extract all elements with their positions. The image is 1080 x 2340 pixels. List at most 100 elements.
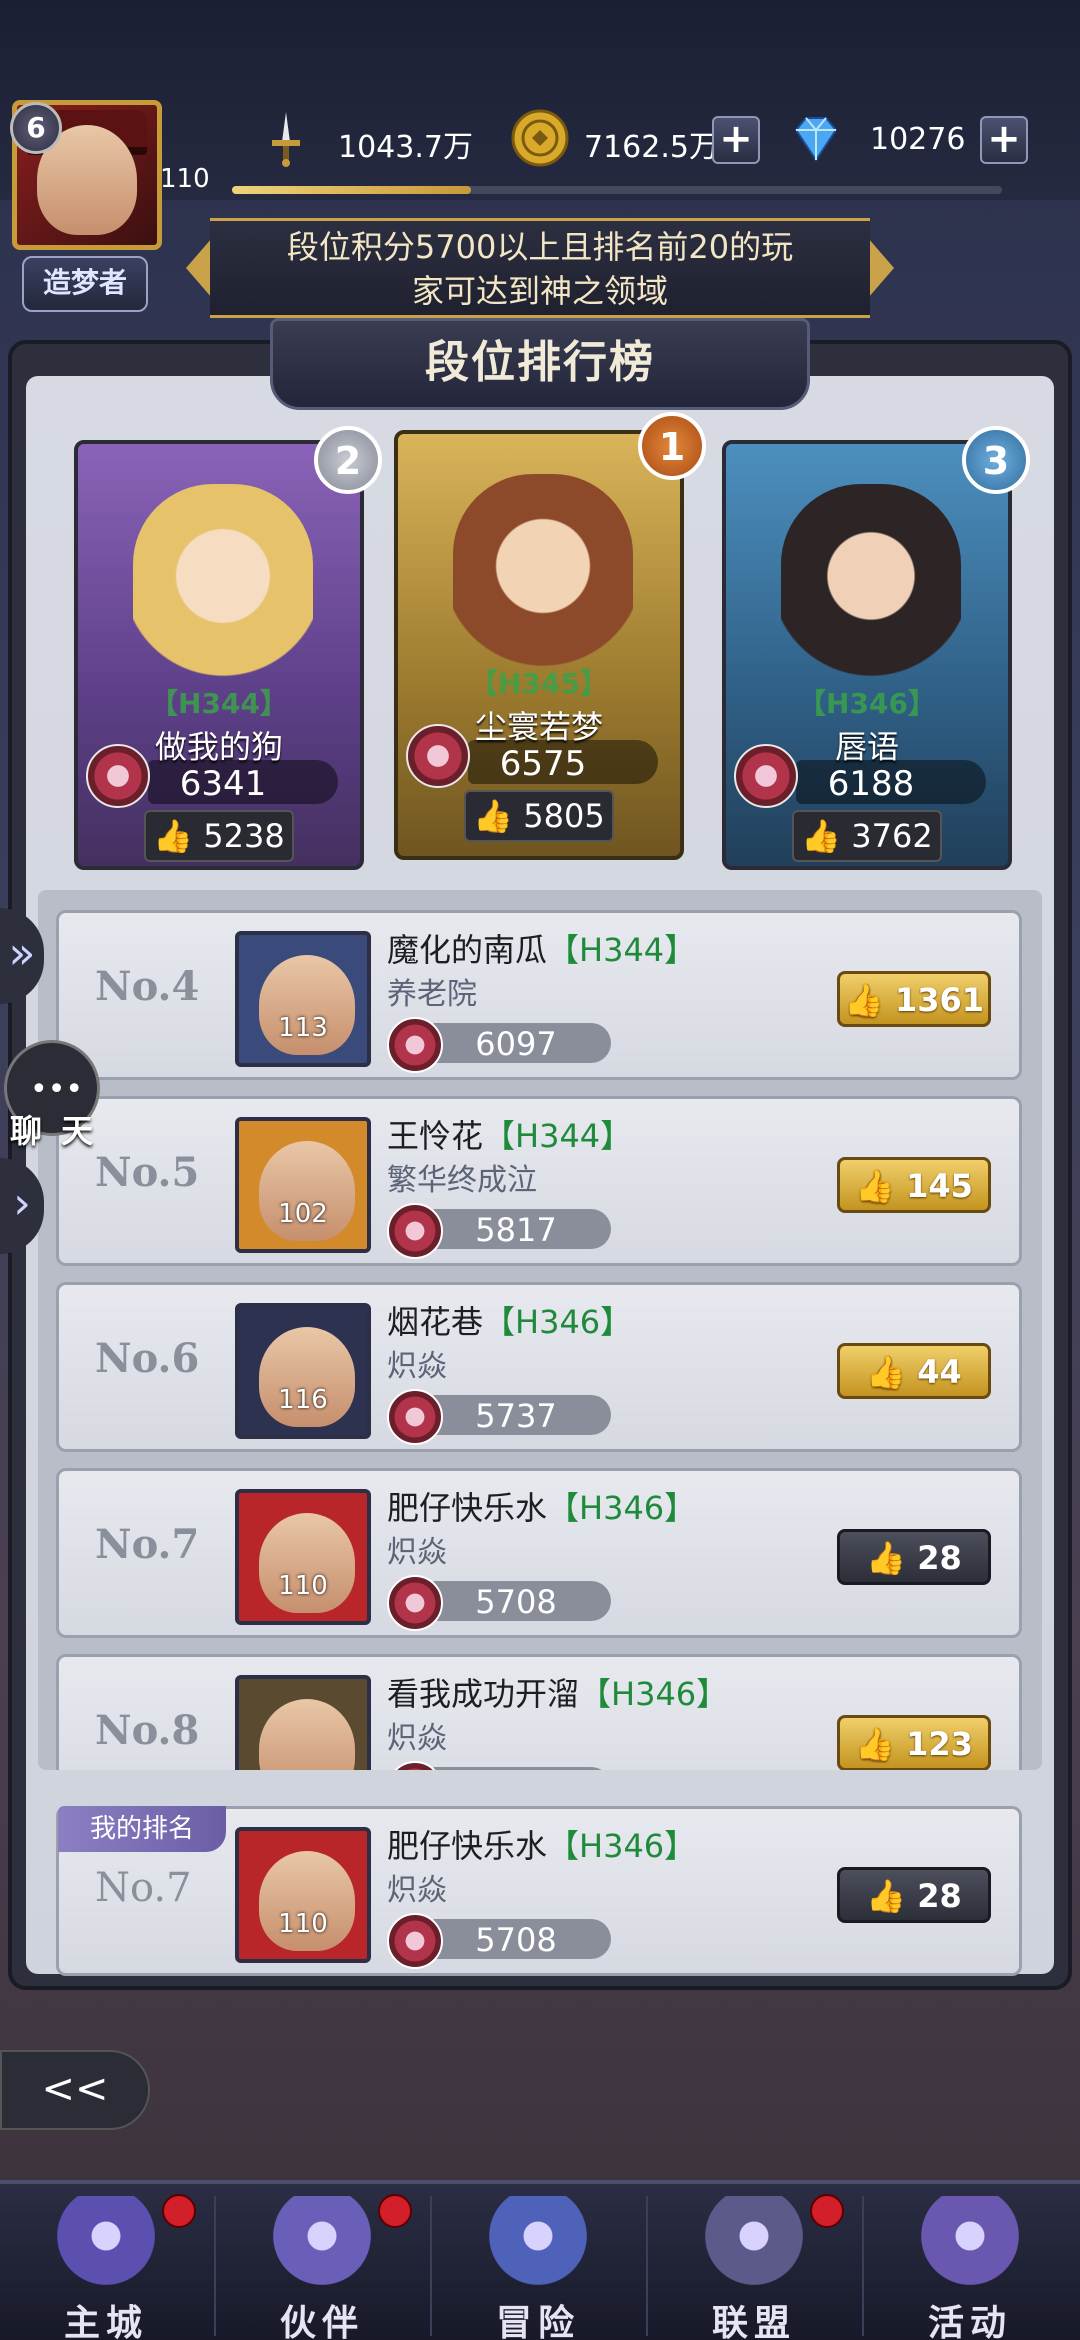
bronze-medal-icon: 3 xyxy=(962,426,1030,494)
nav-item-castle[interactable]: 主城 xyxy=(0,2186,212,2340)
podium-like-button[interactable]: 👍 3762 xyxy=(792,810,942,862)
like-button[interactable]: 👍 1361 xyxy=(837,971,991,1027)
ranking-row[interactable]: No.8 看我成功开溜【H346】 炽焱 👍 123 xyxy=(56,1654,1022,1770)
nav-label: 活动 xyxy=(927,2303,1012,2340)
diamond-icon xyxy=(794,117,838,162)
podium-like-button[interactable]: 👍 5238 xyxy=(144,810,294,862)
my-portrait[interactable]: 110 xyxy=(235,1827,371,1963)
nav-item-cards[interactable]: 活动 xyxy=(864,2186,1076,2340)
like-button[interactable]: 👍 123 xyxy=(837,1715,991,1770)
nav-divider xyxy=(646,2196,648,2336)
podium-server: 【H344】 xyxy=(150,687,288,720)
like-button[interactable]: 👍 145 xyxy=(837,1157,991,1213)
like-count: 1361 xyxy=(894,981,985,1019)
podium-like-count: 5805 xyxy=(523,797,605,835)
ranking-row[interactable]: No.7 110 肥仔快乐水【H346】 炽焱 5708 👍 28 xyxy=(56,1468,1022,1638)
player-guild: 炽焱 xyxy=(387,1349,447,1384)
rank-number: No.5 xyxy=(95,1149,200,1196)
player-server: 【H344】 xyxy=(547,931,697,969)
player-name-text: 看我成功开溜 xyxy=(387,1675,580,1713)
like-button[interactable]: 👍 44 xyxy=(837,1343,991,1399)
player-server: 【H346】 xyxy=(547,1489,697,1527)
podium-score: 6575 xyxy=(499,744,587,784)
thumbs-up-icon: 👍 xyxy=(866,1877,907,1915)
podium-score: 6341 xyxy=(179,764,267,804)
nav-item-compass[interactable]: 冒险 xyxy=(432,2186,644,2340)
nav-label: 伙伴 xyxy=(279,2303,364,2340)
ranking-list[interactable]: No.4 113 魔化的南瓜【H344】 养老院 6097 👍 1361 No.… xyxy=(38,890,1042,1770)
rank-emblem-icon xyxy=(387,1761,443,1770)
player-level: 116 xyxy=(278,1385,328,1415)
podium-like-button[interactable]: 👍 5805 xyxy=(464,790,614,842)
thumbs-up-icon: 👍 xyxy=(153,817,194,855)
player-portrait[interactable]: 113 xyxy=(235,931,371,1067)
nav-divider xyxy=(862,2196,864,2336)
nav-label: 联盟 xyxy=(711,2303,796,2340)
player-name: 魔化的南瓜【H344】 xyxy=(387,925,696,971)
cards-icon xyxy=(920,2196,1020,2296)
nav-item-shield[interactable]: 联盟 xyxy=(648,2186,860,2340)
chat-label: 聊 天 xyxy=(10,1112,98,1150)
podium-character-portrait xyxy=(133,484,313,714)
player-portrait[interactable]: 102 xyxy=(235,1117,371,1253)
rank-emblem-icon xyxy=(387,1389,443,1445)
shield-icon xyxy=(704,2196,804,2296)
thumbs-up-icon: 👍 xyxy=(473,797,514,835)
my-rank-number: No.7 xyxy=(95,1865,192,1911)
vip-level-badge: 6 xyxy=(10,102,62,154)
gold-coin-icon xyxy=(511,109,569,167)
player-portrait[interactable]: 110 xyxy=(235,1489,371,1625)
player-score: 5737 xyxy=(475,1397,557,1435)
thumbs-up-icon: 👍 xyxy=(855,1167,895,1205)
chat-bubble-icon: ••• xyxy=(30,1072,84,1107)
rank-number: No.7 xyxy=(95,1521,200,1568)
double-chevron-right-icon: » xyxy=(8,928,36,979)
player-name-text: 烟花巷 xyxy=(387,1303,484,1341)
notice-right-ornament xyxy=(868,238,894,298)
notice-left-ornament xyxy=(186,238,212,298)
podium-score: 6188 xyxy=(827,764,915,804)
podium-character-portrait xyxy=(781,484,961,714)
player-portrait[interactable] xyxy=(235,1675,371,1770)
add-diamond-button[interactable]: + xyxy=(980,116,1028,164)
ranking-row[interactable]: No.4 113 魔化的南瓜【H344】 养老院 6097 👍 1361 xyxy=(56,910,1022,1080)
silver-medal-icon: 2 xyxy=(314,426,382,494)
diamond-value: 10276 xyxy=(870,122,966,157)
back-button[interactable]: << xyxy=(0,2050,150,2130)
thumbs-up-icon: 👍 xyxy=(866,1539,907,1577)
like-count: 145 xyxy=(906,1167,973,1205)
player-name-text: 魔化的南瓜 xyxy=(387,931,548,969)
notice-line-1: 段位积分5700以上且排名前20的玩 xyxy=(286,228,794,266)
rank-number: No.8 xyxy=(95,1707,200,1754)
player-guild: 养老院 xyxy=(387,977,477,1012)
compass-icon xyxy=(488,2196,588,2296)
portrait-face xyxy=(259,1699,355,1770)
thumbs-up-icon: 👍 xyxy=(801,817,842,855)
rank-emblem-icon xyxy=(387,1017,443,1073)
ranking-row[interactable]: No.5 102 王怜花【H344】 繁华终成泣 5817 👍 145 xyxy=(56,1096,1022,1266)
gold-medal-icon: 1 xyxy=(638,412,706,480)
player-name-text: 肥仔快乐水 xyxy=(387,1489,548,1527)
nav-item-witch-hat[interactable]: 伙伴 xyxy=(216,2186,428,2340)
podium-like-count: 5238 xyxy=(203,817,285,855)
player-name: 看我成功开溜【H346】 xyxy=(387,1669,728,1715)
podium-server: 【H346】 xyxy=(798,687,936,720)
rank-emblem-icon xyxy=(86,744,150,808)
rank-emblem-icon xyxy=(734,744,798,808)
thumbs-up-icon: 👍 xyxy=(843,981,884,1019)
like-button[interactable]: 👍 28 xyxy=(837,1529,991,1585)
my-like-button[interactable]: 👍 28 xyxy=(837,1867,991,1923)
my-server: 【H346】 xyxy=(547,1827,697,1865)
my-name-text: 肥仔快乐水 xyxy=(387,1827,548,1865)
ranking-row[interactable]: No.6 116 烟花巷【H346】 炽焱 5737 👍 44 xyxy=(56,1282,1022,1452)
rank-number: No.4 xyxy=(95,963,200,1010)
panel-title: 段位排行榜 xyxy=(270,318,810,410)
player-title-badge[interactable]: 造梦者 xyxy=(22,256,148,312)
podium-card-2nd[interactable]: 【H344】 做我的狗 6341 👍 5238 xyxy=(74,440,364,870)
notification-dot xyxy=(378,2194,412,2228)
add-gold-button[interactable]: + xyxy=(712,116,760,164)
player-portrait[interactable]: 116 xyxy=(235,1303,371,1439)
podium-card-1st[interactable]: 【H345】 尘寰若梦 6575 👍 5805 xyxy=(394,430,684,860)
podium-card-3rd[interactable]: 【H346】 唇语 6188 👍 3762 xyxy=(722,440,1012,870)
player-score: 6097 xyxy=(475,1025,557,1063)
